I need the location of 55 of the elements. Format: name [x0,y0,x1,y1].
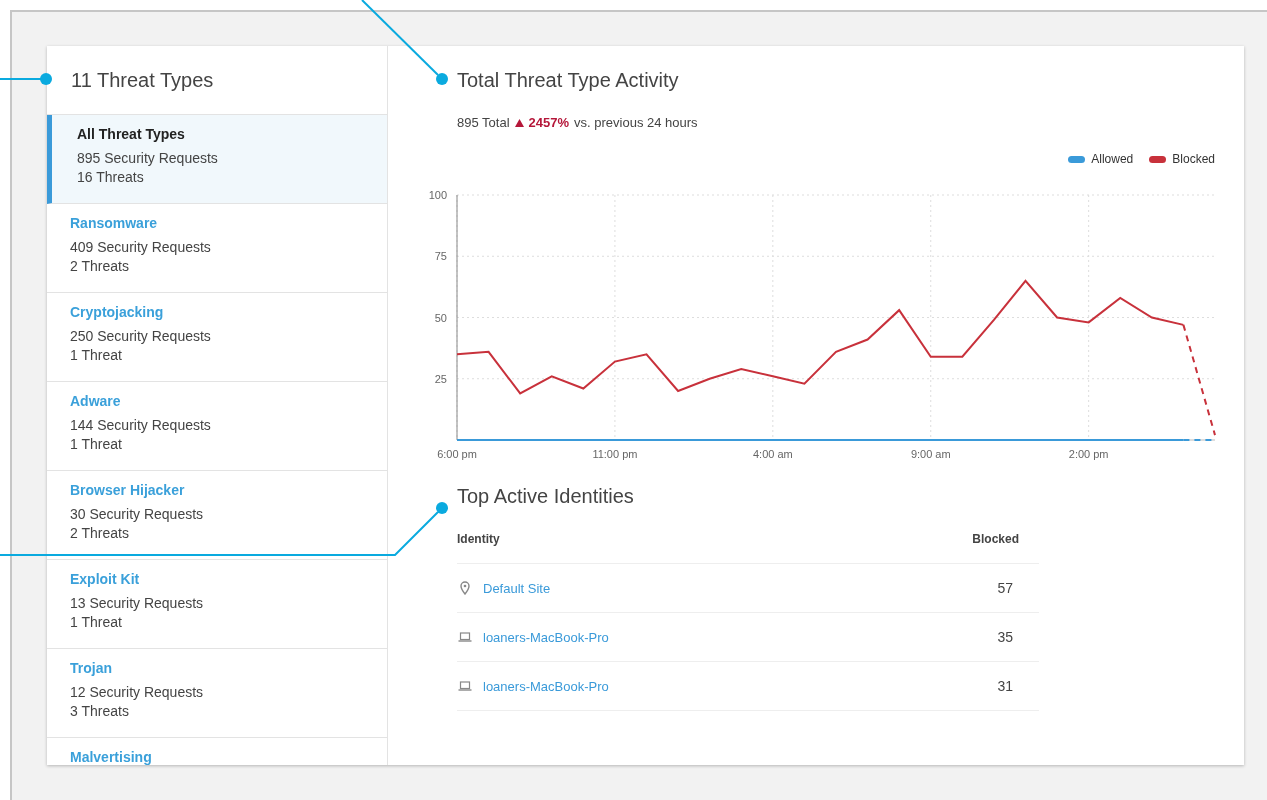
laptop-icon [458,630,472,644]
axis-tick-label: 2:00 pm [1068,448,1109,460]
threat-count: 2 Threats [70,524,130,543]
up-triangle-icon [514,118,524,127]
axis-tick-label: 11:00 pm [592,448,638,460]
section-title: Total Threat Type Activity [457,67,680,93]
threat-count: 1 Threat [70,346,123,365]
legend-label: Blocked [1172,152,1215,166]
threat-type-item[interactable]: Ransomware 409 Security Requests 2 Threats [47,204,387,293]
threat-type-name: Adware [70,393,121,409]
total-count: 895 Total [457,115,510,130]
column-header: Identity [457,532,500,546]
request-count: 144 Security Requests [70,416,212,435]
axis-tick-label: 9:00 am [910,448,951,460]
threat-type-name: All Threat Types [77,126,185,142]
request-count: 895 Security Requests [77,149,219,168]
request-count: 409 Security Requests [70,238,212,257]
threat-type-item[interactable]: Browser Hijacker 30 Security Requests 2 Threats [47,471,387,560]
request-count: 30 Security Requests [70,505,205,524]
axis-tick-label: 6:00 pm [437,448,477,460]
leader-line [0,73,52,85]
axis-tick-label: 75 [434,250,447,263]
threat-type-item[interactable]: All Threat Types 895 Security Requests 16 Threats [47,115,387,204]
threat-type-name: Trojan [70,660,112,676]
legend-label: Allowed [1091,152,1134,166]
axis-tick-label: 100 [428,189,447,201]
threat-type-name: Exploit Kit [70,571,140,587]
blocked-count: 35 [996,629,1014,645]
column-header: Blocked [972,532,1019,546]
threat-type-item[interactable]: Trojan 12 Security Requests 3 Threats [47,649,387,738]
change-percent: 2457% [528,115,569,130]
threat-type-name: Malvertising [70,749,152,765]
threat-type-item[interactable]: Cryptojacking 250 Security Requests 1 Threat [47,293,387,382]
blocked-count: 31 [996,678,1014,694]
axis-tick-label: 4:00 am [752,448,793,460]
threat-count: 1 Threat [70,613,123,632]
threat-count: 16 Threats [77,168,145,187]
laptop-icon [458,679,472,693]
section-title: Top Active Identities [457,485,635,509]
threat-type-name: Ransomware [70,215,158,231]
comparison-note: vs. previous 24 hours [574,115,698,130]
blocked-count: 57 [996,580,1014,596]
request-count: 13 Security Requests [70,594,205,613]
threat-count: 2 Threats [70,257,130,276]
location-pin-icon [458,581,472,595]
request-count: 12 Security Requests [70,683,205,702]
threat-count: 3 Threats [70,702,130,721]
threat-type-name: Browser Hijacker [70,482,185,498]
axis-tick-label: 50 [434,311,447,324]
threat-type-name: Cryptojacking [70,304,164,320]
threat-type-item[interactable]: Exploit Kit 13 Security Requests 1 Threat [47,560,387,649]
threat-type-item[interactable]: Adware 144 Security Requests 1 Threat [47,382,387,471]
request-count: 250 Security Requests [70,327,212,346]
axis-tick-label: 25 [434,372,447,385]
threat-count: 1 Threat [70,435,123,454]
